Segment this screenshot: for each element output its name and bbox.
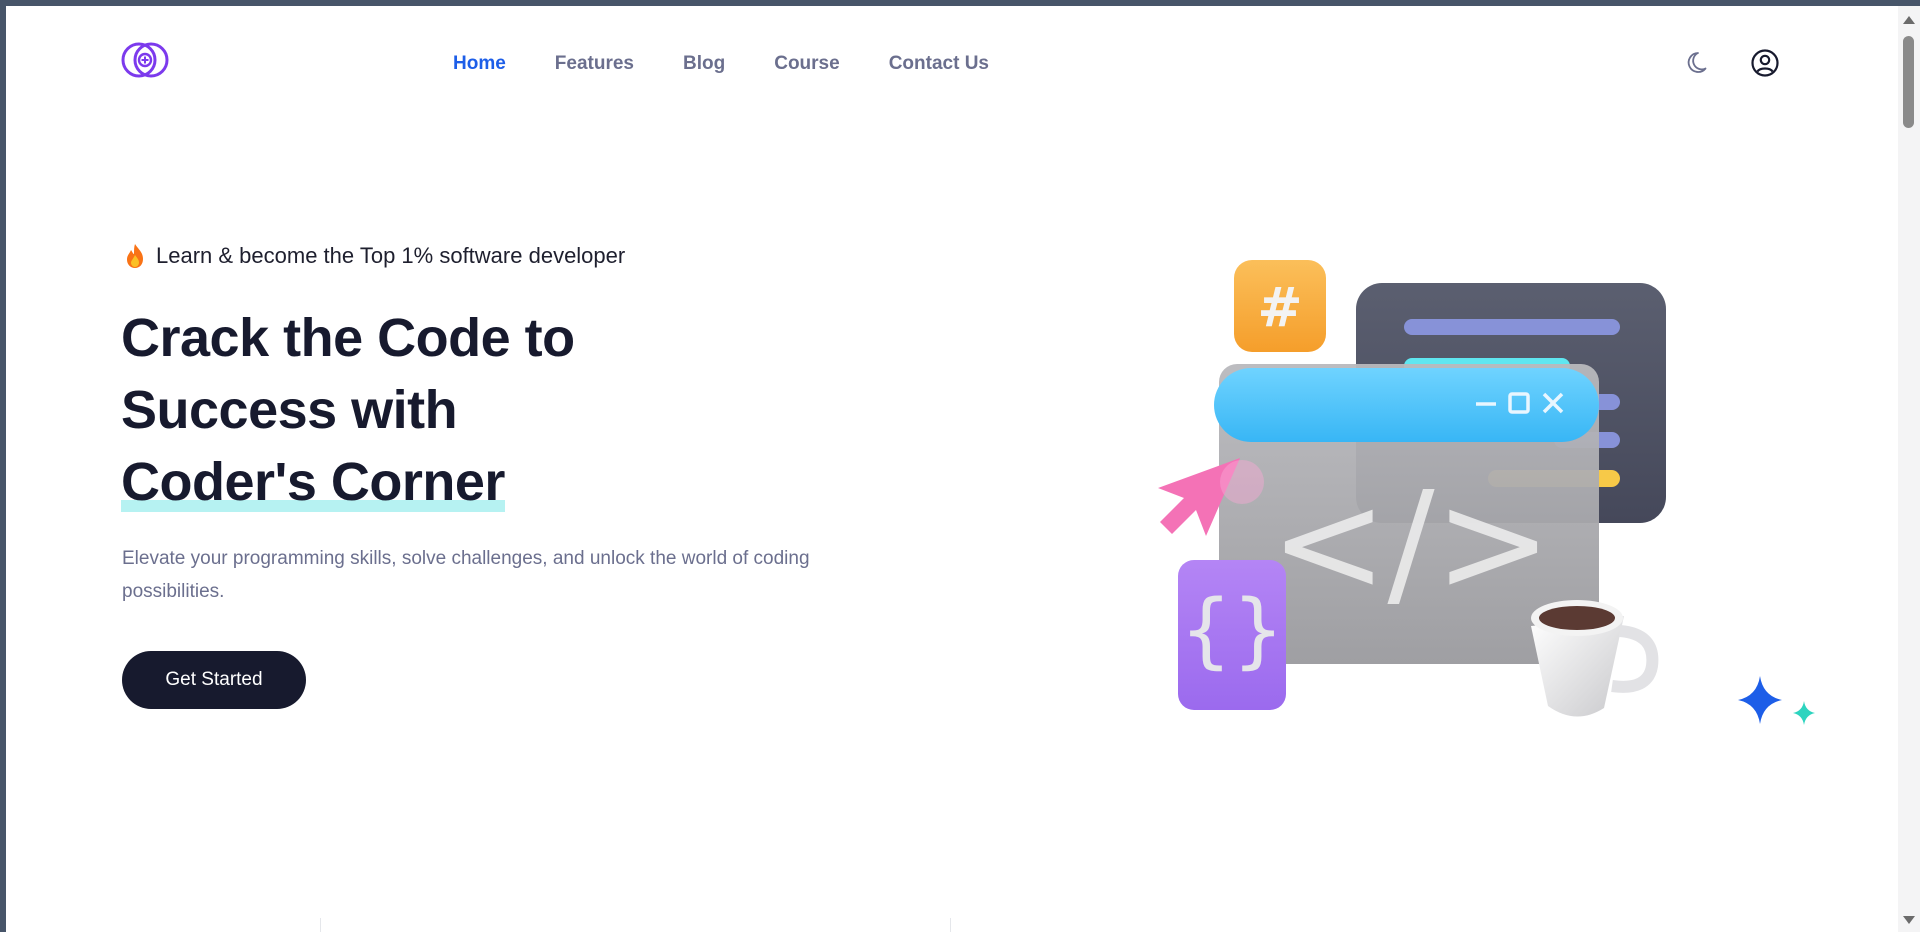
fire-icon <box>127 244 143 268</box>
hero-tagline: Learn & become the Top 1% software devel… <box>124 242 625 270</box>
nav-contact-us[interactable]: Contact Us <box>889 52 989 76</box>
sparkle-blue <box>1738 676 1782 724</box>
main-nav: Home Features Blog Course Contact Us <box>453 52 1038 76</box>
logo-icon[interactable] <box>121 40 173 80</box>
nav-features[interactable]: Features <box>555 52 634 76</box>
moon-icon[interactable] <box>1686 48 1714 76</box>
get-started-button[interactable]: Get Started <box>122 651 306 709</box>
nav-course[interactable]: Course <box>774 52 839 76</box>
hero-title-line-2: Success with <box>121 380 458 440</box>
hero-title: Crack the Code to Success with Coder's C… <box>121 302 575 518</box>
window-titlebar <box>1214 368 1599 442</box>
scroll-up-arrow-icon[interactable] <box>1903 16 1915 24</box>
divider <box>320 918 321 932</box>
hash-glyph: # <box>1257 276 1302 339</box>
braces-glyph: {} <box>1180 583 1284 678</box>
scrollbar[interactable] <box>1898 6 1920 932</box>
divider <box>950 918 951 932</box>
nav-blog[interactable]: Blog <box>683 52 725 76</box>
hero-description: Elevate your programming skills, solve c… <box>122 548 810 602</box>
sparkle-teal <box>1793 701 1815 725</box>
code-glyph: </> <box>1270 462 1552 625</box>
nav-home[interactable]: Home <box>453 52 506 76</box>
hero-title-line-1: Crack the Code to <box>121 308 575 368</box>
scrollbar-thumb[interactable] <box>1903 36 1914 128</box>
scroll-down-arrow-icon[interactable] <box>1903 916 1915 924</box>
hero-title-highlight: Coder's Corner <box>121 452 505 512</box>
user-circle-icon[interactable] <box>1750 48 1780 78</box>
browser-viewport: Home Features Blog Course Contact Us Lea… <box>6 6 1920 932</box>
tagline-text: Learn & become the Top 1% software devel… <box>156 243 626 268</box>
coding-illustration: # </> {} <box>1158 260 1815 725</box>
